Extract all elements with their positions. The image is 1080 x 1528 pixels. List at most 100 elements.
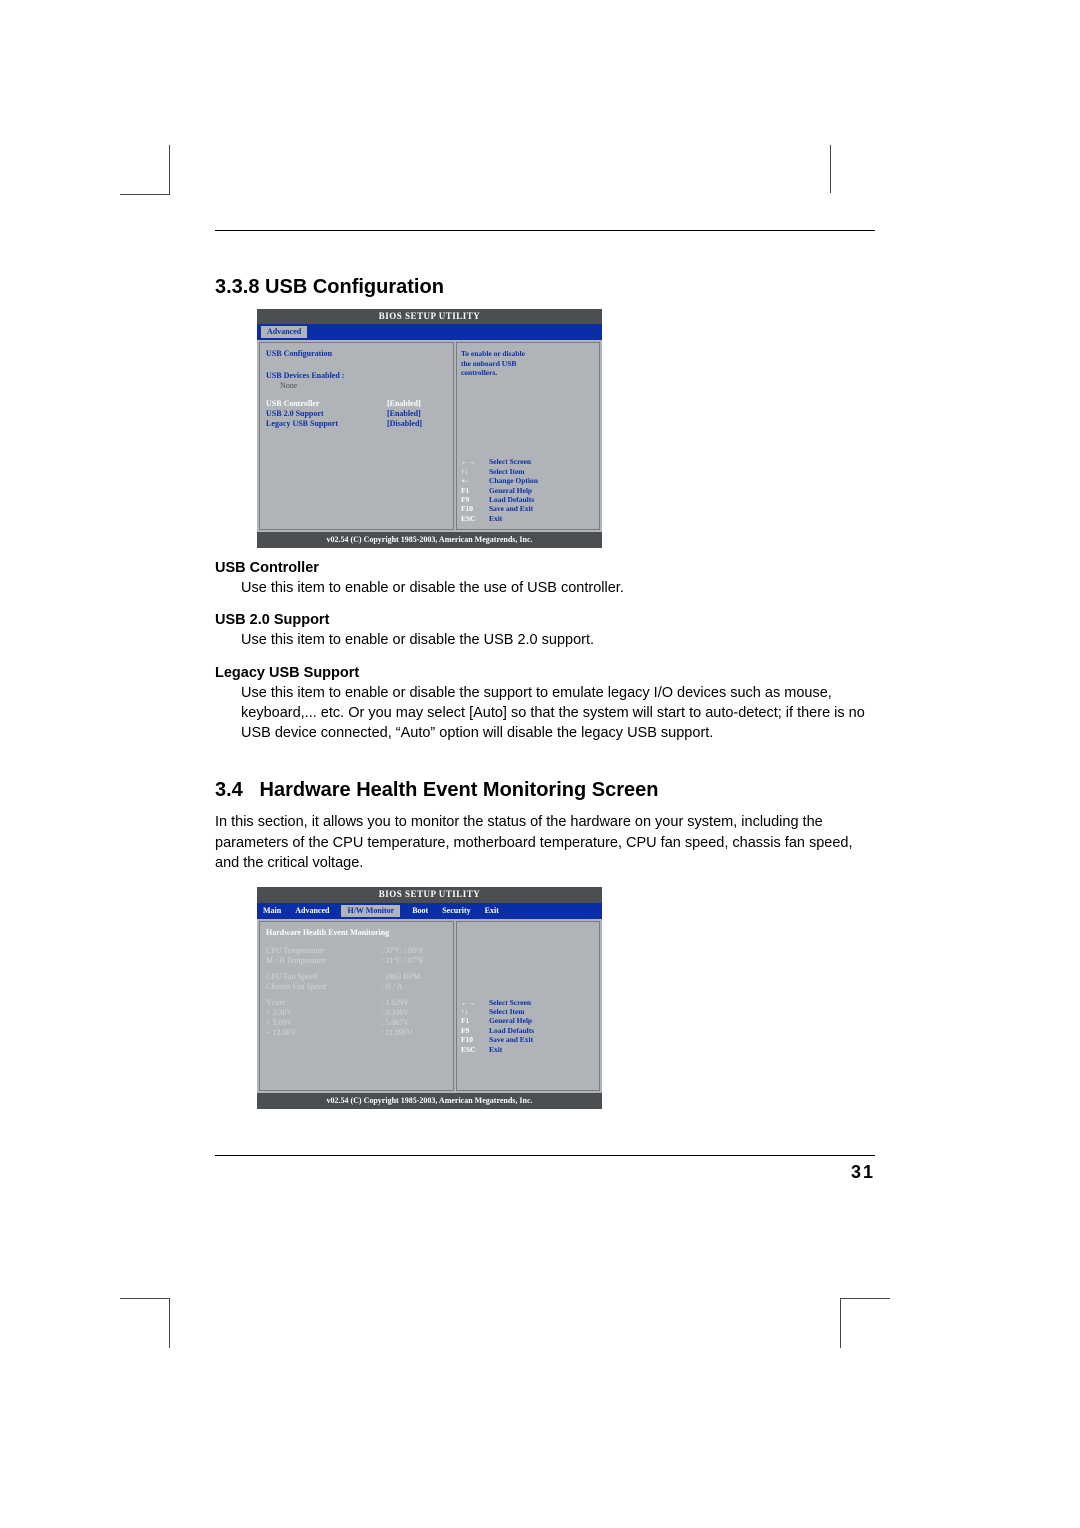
devices-value: None [266,381,447,391]
key: F9 [461,1026,483,1035]
term-desc: Use this item to enable or disable the u… [241,578,875,598]
key-desc: Select Screen [489,457,531,466]
hw-value: : 31°C / 87°F [381,956,424,966]
crop-mark [120,1298,170,1348]
key-desc: Change Option [489,476,538,485]
hw-label: + 5.00V [266,1018,381,1028]
setting-label: Legacy USB Support [266,419,338,429]
term-usb-controller: USB Controller [215,560,875,576]
term-usb20-support: USB 2.0 Support [215,612,875,628]
key-desc: Save and Exit [489,504,533,513]
desc-line: connected, “Auto” option will disable th… [321,725,714,741]
key: ↑↓ [461,1007,483,1016]
help-line: To enable or disable [461,349,595,358]
help-line: controllers. [461,368,595,377]
hw-row: Chassis Fan Speed: N / A [266,982,447,992]
devices-label: USB Devices Enabled : [266,371,447,381]
tab-advanced: Advanced [293,905,331,917]
tab-boot: Boot [410,905,430,917]
horizontal-rule [215,230,875,231]
section-number: 3.4 [215,779,243,801]
setting-row: USB 2.0 Support [Enabled] [266,409,447,419]
section-heading-usb: 3.3.8 USB Configuration [215,276,875,299]
hw-label: Chassis Fan Speed [266,982,381,992]
hw-label: + 12.00V [266,1028,381,1038]
key: ←→ [461,998,483,1007]
hw-row: + 3.30V: 3.306V [266,1008,447,1018]
tab-exit: Exit [483,905,501,917]
hw-row: + 12.00V: 11.890V [266,1028,447,1038]
hw-label: CPU Fan Speed [266,972,381,982]
section-title: Hardware Health Event Monitoring Screen [260,779,659,801]
hw-label: Vcore [266,998,381,1008]
key-help: ←→ Select Screen ↑↓ Select Item F1 General … [461,998,595,1054]
setting-row: Legacy USB Support [Disabled] [266,419,447,429]
bios-footer: v02.54 (C) Copyright 1985-2003, American… [257,1093,602,1109]
key-desc: Select Screen [489,998,531,1007]
panel-title: USB Configuration [266,349,447,359]
bios-screenshot-hwmonitor: BIOS SETUP UTILITY Main Advanced H/W Mon… [257,887,602,1108]
desc-line: Use this item to enable or disable the s… [241,685,673,701]
bios-title: BIOS SETUP UTILITY [257,887,602,902]
key-desc: Save and Exit [489,1035,533,1044]
crop-mark [120,145,170,195]
section-title: USB Configuration [265,276,444,298]
section-intro: In this section, it allows you to monito… [215,812,875,873]
setting-row: USB Controller [Enabled] [266,399,447,409]
key: F10 [461,504,483,513]
bios-tabs: Advanced [257,324,602,340]
bios-right-panel: ←→ Select Screen ↑↓ Select Item F1 General … [456,921,600,1091]
key-desc: Select Item [489,1007,525,1016]
tab-security: Security [440,905,472,917]
hw-value: : 1.629V [381,998,409,1008]
key: F1 [461,1016,483,1025]
help-line: the onboard USB [461,359,595,368]
hw-label: CPU Temperature [266,946,381,956]
key: ESC [461,1045,483,1054]
hw-value: : N / A [381,982,403,992]
key: F1 [461,486,483,495]
setting-value: [Enabled] [387,409,447,419]
intro-line: In this section, it allows you to monito… [215,814,737,830]
key-desc: Load Defaults [489,1026,534,1035]
key: +- [461,476,483,485]
hw-row: CPU Temperature: 37°C / 98°F [266,946,447,956]
bios-footer: v02.54 (C) Copyright 1985-2003, American… [257,532,602,548]
key: ESC [461,514,483,523]
key: F9 [461,495,483,504]
hw-value: : 11.890V [381,1028,413,1038]
key-desc: General Help [489,486,532,495]
key-desc: Select Item [489,467,525,476]
hw-row: CPU Fan Speed: 2463 RPM [266,972,447,982]
setting-label: USB 2.0 Support [266,409,324,419]
hw-label: + 3.30V [266,1008,381,1018]
bios-right-panel: To enable or disable the onboard USB con… [456,342,600,530]
crop-mark [840,1298,890,1348]
section-heading-hwmonitor: 3.4 Hardware Health Event Monitoring Scr… [215,779,875,802]
hw-value: : 5.067V [381,1018,409,1028]
key: ↑↓ [461,467,483,476]
hw-row: M / B Temperature: 31°C / 87°F [266,956,447,966]
tab-advanced: Advanced [261,326,307,338]
bios-left-panel: USB Configuration USB Devices Enabled : … [259,342,454,530]
section-number: 3.3.8 [215,276,259,298]
hw-label: M / B Temperature [266,956,381,966]
help-text: To enable or disable the onboard USB con… [461,349,595,377]
key-desc: General Help [489,1016,532,1025]
crop-mark [830,145,890,205]
setting-label: USB Controller [266,399,319,409]
key-desc: Load Defaults [489,495,534,504]
key: ←→ [461,457,483,466]
hw-value: : 37°C / 98°F [381,946,424,956]
key-desc: Exit [489,514,502,523]
term-legacy-usb: Legacy USB Support [215,665,875,681]
hw-value: : 2463 RPM [381,972,420,982]
key-desc: Exit [489,1045,502,1054]
key-help: ←→ Select Screen ↑↓ Select Item +- Change O… [461,457,595,523]
hw-row: Vcore: 1.629V [266,998,447,1008]
hw-row: + 5.00V: 5.067V [266,1018,447,1028]
bios-left-panel: Hardware Health Event Monitoring CPU Tem… [259,921,454,1091]
bios-screenshot-usb: BIOS SETUP UTILITY Advanced USB Configur… [257,309,602,548]
key: F10 [461,1035,483,1044]
term-desc: Use this item to enable or disable the s… [241,683,875,744]
